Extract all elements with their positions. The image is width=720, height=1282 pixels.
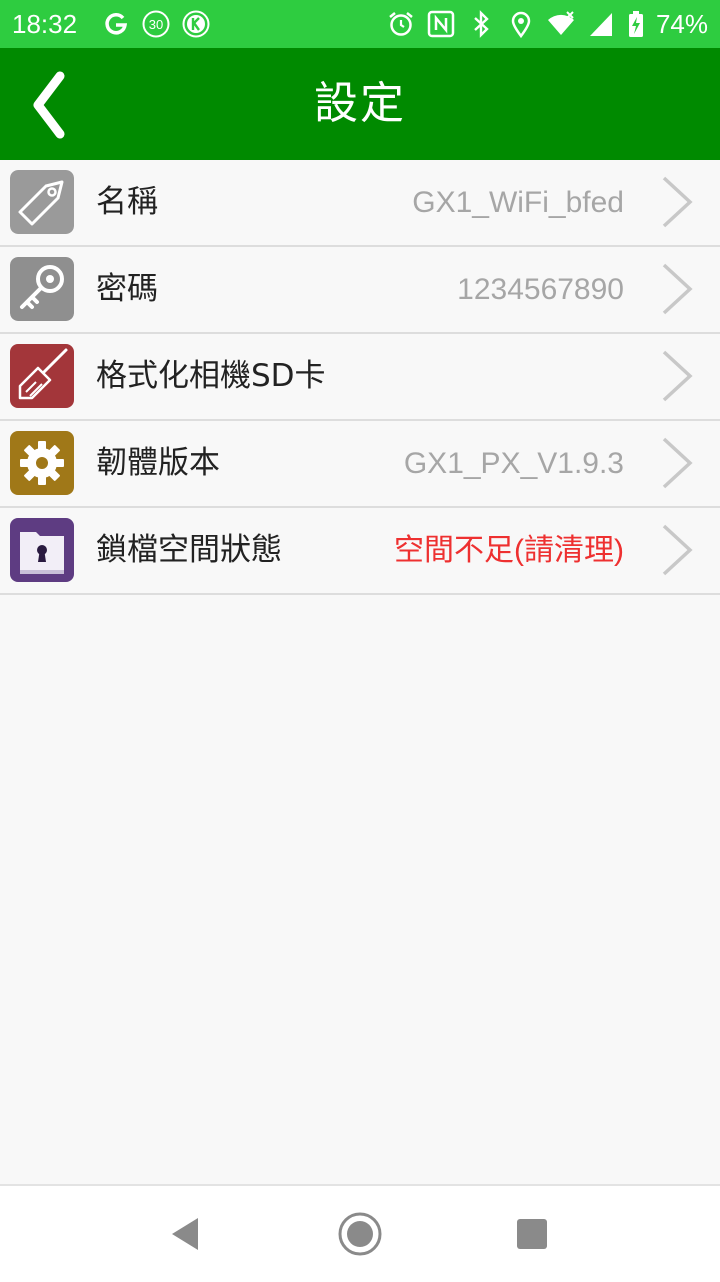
chevron-right-icon xyxy=(658,433,698,493)
chevron-right-icon xyxy=(658,259,698,319)
recents-square-icon xyxy=(517,1219,547,1249)
wifi-icon xyxy=(546,9,576,39)
broom-icon xyxy=(10,344,74,408)
nfc-icon xyxy=(426,9,456,39)
alarm-icon xyxy=(386,9,416,39)
settings-row-lock-storage[interactable]: 鎖檔空間狀態 空間不足(請清理) xyxy=(0,508,720,595)
row-label: 韌體版本 xyxy=(96,445,220,481)
row-label: 名稱 xyxy=(96,184,158,220)
status-right-icons: 74% xyxy=(386,9,708,40)
thirty-badge-icon: 30 xyxy=(141,9,171,39)
svg-text:30: 30 xyxy=(149,17,163,32)
cell-signal-icon xyxy=(586,9,616,39)
settings-row-format-sd[interactable]: 格式化相機SD卡 xyxy=(0,334,720,421)
page-title: 設定 xyxy=(314,78,406,129)
chevron-right-icon xyxy=(658,520,698,580)
settings-row-password[interactable]: 密碼 1234567890 xyxy=(0,247,720,334)
settings-row-firmware[interactable]: 韌體版本 GX1_PX_V1.9.3 xyxy=(0,421,720,508)
home-circle-icon xyxy=(338,1212,382,1256)
row-label: 密碼 xyxy=(96,271,158,307)
battery-charging-icon xyxy=(626,9,646,39)
k-badge-icon xyxy=(181,9,211,39)
row-label: 格式化相機SD卡 xyxy=(96,358,326,394)
location-icon xyxy=(506,9,536,39)
settings-list: 名稱 GX1_WiFi_bfed 密碼 1234567890 格式化相機SD卡 … xyxy=(0,160,720,595)
row-label: 鎖檔空間狀態 xyxy=(96,532,282,568)
nav-back-button[interactable] xyxy=(160,1208,212,1260)
status-bar: 18:32 30 74% xyxy=(0,0,720,48)
status-left-icons: 30 xyxy=(101,9,211,39)
row-value: 1234567890 xyxy=(457,273,624,306)
nav-home-button[interactable] xyxy=(334,1208,386,1260)
row-value: GX1_PX_V1.9.3 xyxy=(403,447,624,480)
key-icon xyxy=(10,257,74,321)
tag-icon xyxy=(10,170,74,234)
row-value-warning: 空間不足(請清理) xyxy=(394,534,624,567)
chevron-right-icon xyxy=(658,172,698,232)
bluetooth-icon xyxy=(466,9,496,39)
app-bar: 設定 xyxy=(0,48,720,160)
locked-folder-icon xyxy=(10,518,74,582)
settings-row-name[interactable]: 名稱 GX1_WiFi_bfed xyxy=(0,160,720,247)
gear-icon xyxy=(10,431,74,495)
chevron-right-icon xyxy=(658,346,698,406)
nav-recents-button[interactable] xyxy=(506,1208,558,1260)
row-value: GX1_WiFi_bfed xyxy=(412,186,624,219)
battery-percent: 74% xyxy=(655,8,708,39)
status-time: 18:32 xyxy=(12,8,78,39)
g-icon xyxy=(101,9,131,39)
back-triangle-icon xyxy=(172,1218,198,1250)
nav-bar xyxy=(0,1184,720,1282)
